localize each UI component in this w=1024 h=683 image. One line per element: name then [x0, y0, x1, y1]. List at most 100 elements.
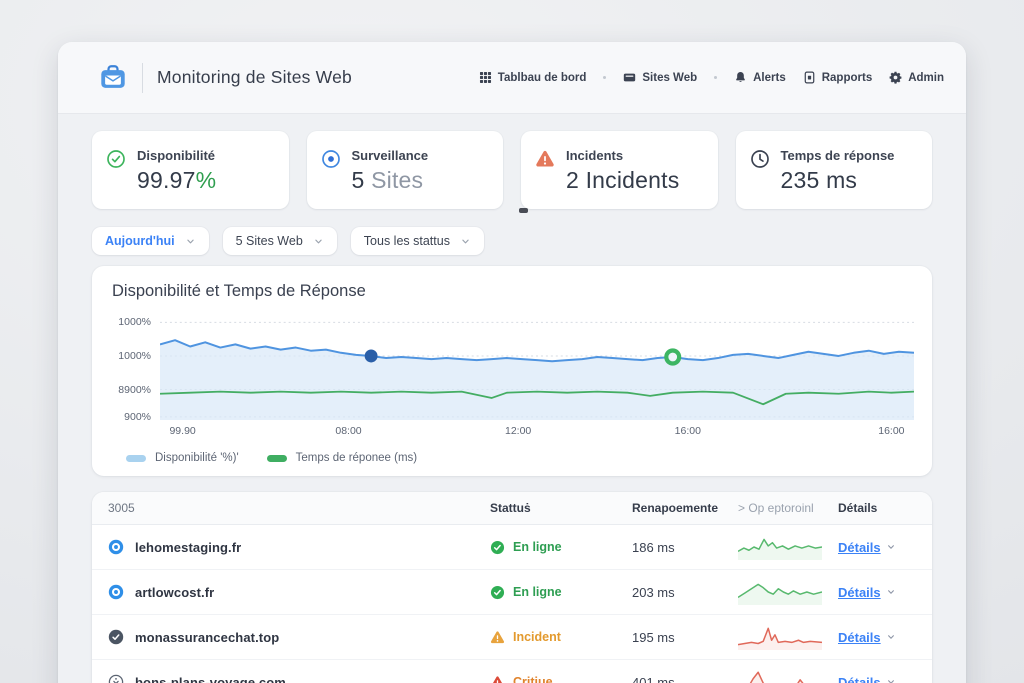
- status-badge: Incident: [513, 630, 561, 644]
- chevron-down-icon[interactable]: [886, 542, 896, 552]
- table-row: lehomestaging.fr En ligne 186 ms Détails: [92, 525, 932, 570]
- favicon-target-icon: [108, 539, 124, 555]
- bell-icon: [734, 71, 747, 84]
- top-nav: Tablbau de bord Sites Web Alerts Rapport…: [479, 71, 944, 84]
- x-tick-label: 16:00: [675, 425, 701, 437]
- nav-item-rapports[interactable]: Rapports: [803, 71, 872, 84]
- filter-dropdown[interactable]: 5 Sites Web: [223, 227, 337, 255]
- y-tick-label: 1000%: [118, 316, 151, 328]
- app-logo-briefcase-icon: [98, 64, 128, 91]
- chart-x-axis: 99.9008:0012:0016:0016:00: [160, 423, 914, 443]
- y-tick-label: 1000%: [118, 350, 151, 362]
- site-name: bons-plans-voyage.com: [135, 675, 286, 683]
- smudge-artifact: [519, 208, 528, 213]
- site-name: lehomestaging.fr: [135, 540, 241, 555]
- nav-dot-separator: [603, 76, 606, 79]
- stats-row: Disponibilité 99.97% Surveillance 5 Site…: [92, 131, 932, 209]
- header-response: Renapoemente: [632, 501, 738, 515]
- legend-label: Temps de réponee (ms): [296, 452, 417, 464]
- x-tick-label: 08:00: [335, 425, 361, 437]
- table-row: bons-plans-voyage.com Critiue 401 ms Dét…: [92, 660, 932, 683]
- details-link[interactable]: Détails: [838, 630, 881, 645]
- chart-title: Disponibilité et Temps de Réponse: [112, 282, 914, 301]
- divider: [142, 63, 143, 93]
- legend-label: Disponibilité '%)': [155, 452, 239, 464]
- sparkline: [738, 624, 838, 650]
- chart-card: Disponibilité et Temps de Réponse 1000%1…: [92, 266, 932, 476]
- status-critical-icon: [490, 675, 505, 683]
- stat-value: 99.97%: [137, 167, 216, 194]
- chevron-down-icon: [460, 236, 471, 247]
- sparkline: [738, 534, 838, 560]
- favicon-target-icon: [108, 584, 124, 600]
- nav-item-alerts[interactable]: Alerts: [734, 71, 786, 84]
- legend-item: Temps de réponee (ms): [267, 452, 417, 464]
- chart-legend: Disponibilité '%)' Temps de réponee (ms): [126, 452, 914, 464]
- table-row: monassurancechat.top Incident 195 ms Dét…: [92, 615, 932, 660]
- header-details: Détails: [838, 501, 911, 515]
- app-header: Monitoring de Sites Web Tablbau de bord …: [58, 42, 966, 114]
- chevron-down-icon[interactable]: [886, 587, 896, 597]
- stat-label: Surveillance: [352, 148, 429, 163]
- status-badge: En ligne: [513, 585, 562, 599]
- status-online-icon: [490, 540, 505, 555]
- nav-item-tablbau-de-bord[interactable]: Tablbau de bord: [479, 71, 587, 84]
- y-tick-label: 900%: [124, 411, 151, 423]
- check-circle-icon: [106, 149, 126, 169]
- nav-item-sites-web[interactable]: Sites Web: [623, 71, 697, 84]
- details-link[interactable]: Détails: [838, 675, 881, 683]
- status-badge: En ligne: [513, 540, 562, 554]
- legend-swatch: [126, 455, 146, 462]
- site-name: monassurancechat.top: [135, 630, 279, 645]
- chevron-down-icon[interactable]: [886, 677, 896, 683]
- sparkline: [738, 669, 838, 683]
- filter-dropdown[interactable]: Tous les stattus: [351, 227, 484, 255]
- stat-value: 235 ms: [781, 167, 895, 194]
- chevron-down-icon: [313, 236, 324, 247]
- chevron-down-icon[interactable]: [886, 632, 896, 642]
- stat-card: Surveillance 5 Sites: [307, 131, 504, 209]
- response-time: 195 ms: [632, 630, 738, 645]
- status-online-icon: [490, 585, 505, 600]
- filter-dropdown[interactable]: Aujourd'hui: [92, 227, 209, 255]
- nav-item-label: Admin: [908, 72, 944, 84]
- stat-value: 5 Sites: [352, 167, 429, 194]
- filters-row: Aujourd'hui 5 Sites Web Tous les stattus: [92, 227, 932, 255]
- favicon-check-icon: [108, 629, 124, 645]
- nav-item-admin[interactable]: Admin: [889, 71, 944, 84]
- legend-item: Disponibilité '%)': [126, 452, 239, 464]
- status-badge: Critiue: [513, 675, 553, 683]
- details-link[interactable]: Détails: [838, 540, 881, 555]
- details-link[interactable]: Détails: [838, 585, 881, 600]
- filter-label: 5 Sites Web: [236, 234, 303, 248]
- sites-icon: [623, 71, 636, 84]
- chart-y-axis: 1000% 1000% 8900% 900%: [110, 315, 160, 420]
- table-row: artlowcost.fr En ligne 203 ms Détails: [92, 570, 932, 615]
- filter-label: Aujourd'hui: [105, 234, 175, 248]
- chart-plot: [160, 315, 914, 420]
- stat-label: Disponibilité: [137, 148, 216, 163]
- sites-table: 3005 Stattuṡ Renapoemente > Op eptoroinl…: [92, 492, 932, 683]
- x-tick-label: 99.90: [169, 425, 195, 437]
- nav-dot-separator: [714, 76, 717, 79]
- legend-swatch: [267, 455, 287, 462]
- site-name: artlowcost.fr: [135, 585, 214, 600]
- header-site: 3005: [108, 501, 490, 515]
- sparkline: [738, 579, 838, 605]
- page-title: Monitoring de Sites Web: [157, 67, 352, 88]
- filter-label: Tous les stattus: [364, 234, 450, 248]
- stat-value: 2 Incidents: [566, 167, 679, 194]
- stat-card: Incidents 2 Incidents: [521, 131, 718, 209]
- gear-icon: [889, 71, 902, 84]
- nav-item-label: Alerts: [753, 72, 786, 84]
- nav-item-label: Tablbau de bord: [498, 72, 587, 84]
- y-tick-label: 8900%: [118, 384, 151, 396]
- table-body: lehomestaging.fr En ligne 186 ms Détails…: [92, 525, 932, 683]
- warning-icon: [535, 149, 555, 169]
- response-time: 203 ms: [632, 585, 738, 600]
- header-status: Stattuṡ: [490, 501, 632, 515]
- x-tick-label: 16:00: [878, 425, 904, 437]
- nav-item-label: Sites Web: [642, 72, 697, 84]
- stat-label: Temps de réponse: [781, 148, 895, 163]
- header-extra: > Op eptoroinl: [738, 501, 838, 515]
